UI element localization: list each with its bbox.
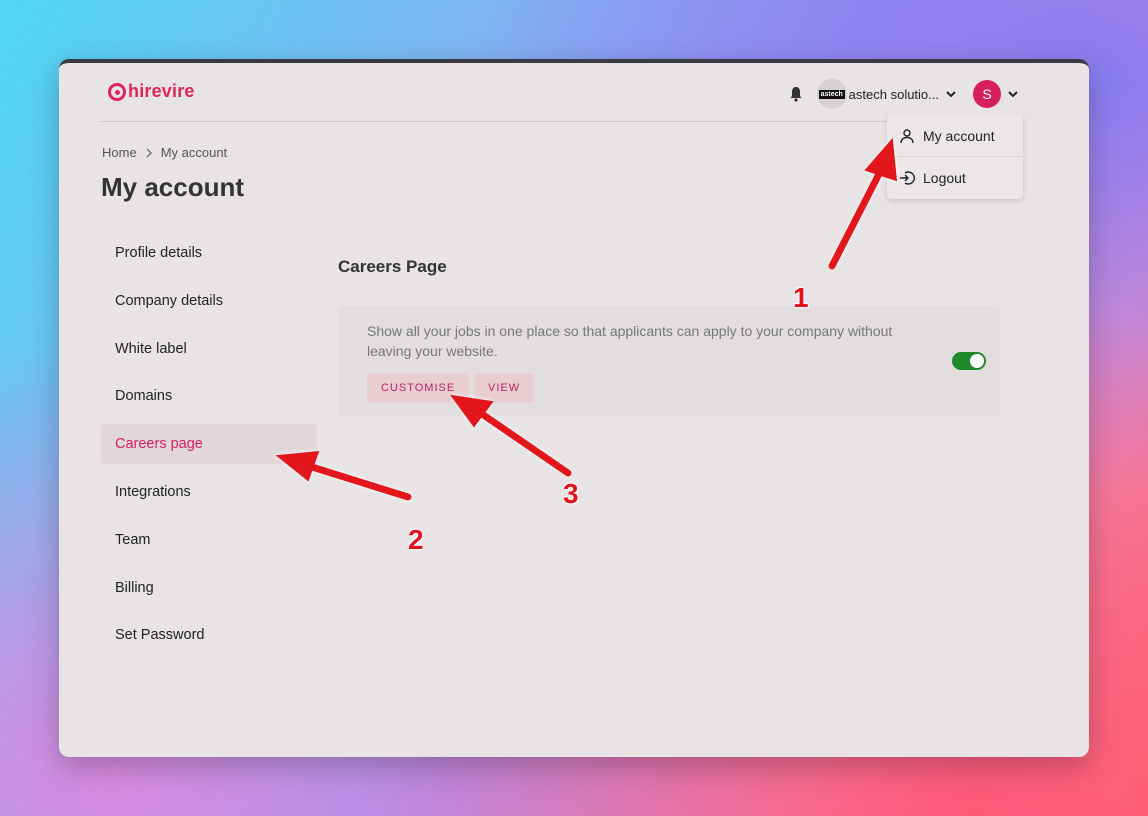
account-sidebar: Profile details Company details White la… [101,233,317,663]
user-icon [900,128,914,143]
chevron-down-icon[interactable] [945,88,957,100]
view-button[interactable]: VIEW [474,373,535,403]
sidebar-item-billing[interactable]: Billing [101,568,317,608]
bell-icon[interactable] [789,86,803,102]
sidebar-item-profile-details[interactable]: Profile details [101,233,317,273]
chevron-right-icon [146,147,152,158]
hirevire-logo-mark-icon [108,82,126,101]
company-switcher-label[interactable]: astech solutio... [849,87,939,102]
chevron-down-icon[interactable] [1007,88,1019,100]
hirevire-logo[interactable]: hirevire [108,81,195,102]
careers-page-card: Show all your jobs in one place so that … [338,306,1000,416]
annotation-marker-3: 3 [563,478,579,509]
sidebar-item-careers-page[interactable]: Careers page [101,424,317,465]
careers-section-title: Careers Page [338,257,447,276]
page-title: My account [101,172,245,202]
company-avatar[interactable]: astech [816,79,847,109]
sidebar-item-company-details[interactable]: Company details [101,281,317,321]
account-dropdown-menu: My account Logout [887,115,1023,199]
careers-description: Show all your jobs in one place so that … [367,323,893,359]
sidebar-item-integrations[interactable]: Integrations [101,472,317,512]
topbar-right: astech astech solutio... S [789,79,1019,109]
customise-button[interactable]: CUSTOMISE [367,373,470,403]
sidebar-item-domains[interactable]: Domains [101,376,317,416]
toggle-knob [970,354,984,368]
annotation-marker-2: 2 [408,524,424,555]
dropdown-item-logout[interactable]: Logout [887,156,1023,198]
logo-text: hirevire [128,81,195,101]
company-logo: astech [818,89,845,99]
sidebar-item-set-password[interactable]: Set Password [101,615,317,655]
dropdown-label-my-account: My account [923,127,995,144]
breadcrumb-current: My account [160,145,228,160]
sidebar-item-white-label[interactable]: White label [101,329,317,369]
sidebar-item-team[interactable]: Team [101,520,317,560]
careers-page-toggle[interactable] [952,352,986,370]
logout-icon [900,170,915,185]
dropdown-item-my-account[interactable]: My account [887,115,1023,156]
breadcrumb-home[interactable]: Home [102,145,137,160]
header-divider [100,121,1023,122]
annotation-marker-1: 1 [793,282,809,313]
user-avatar[interactable]: S [973,80,1001,108]
dropdown-label-logout: Logout [923,169,966,186]
breadcrumb: Home My account [102,145,227,160]
app-window: hirevire astech astech solutio... S Home… [59,59,1089,757]
